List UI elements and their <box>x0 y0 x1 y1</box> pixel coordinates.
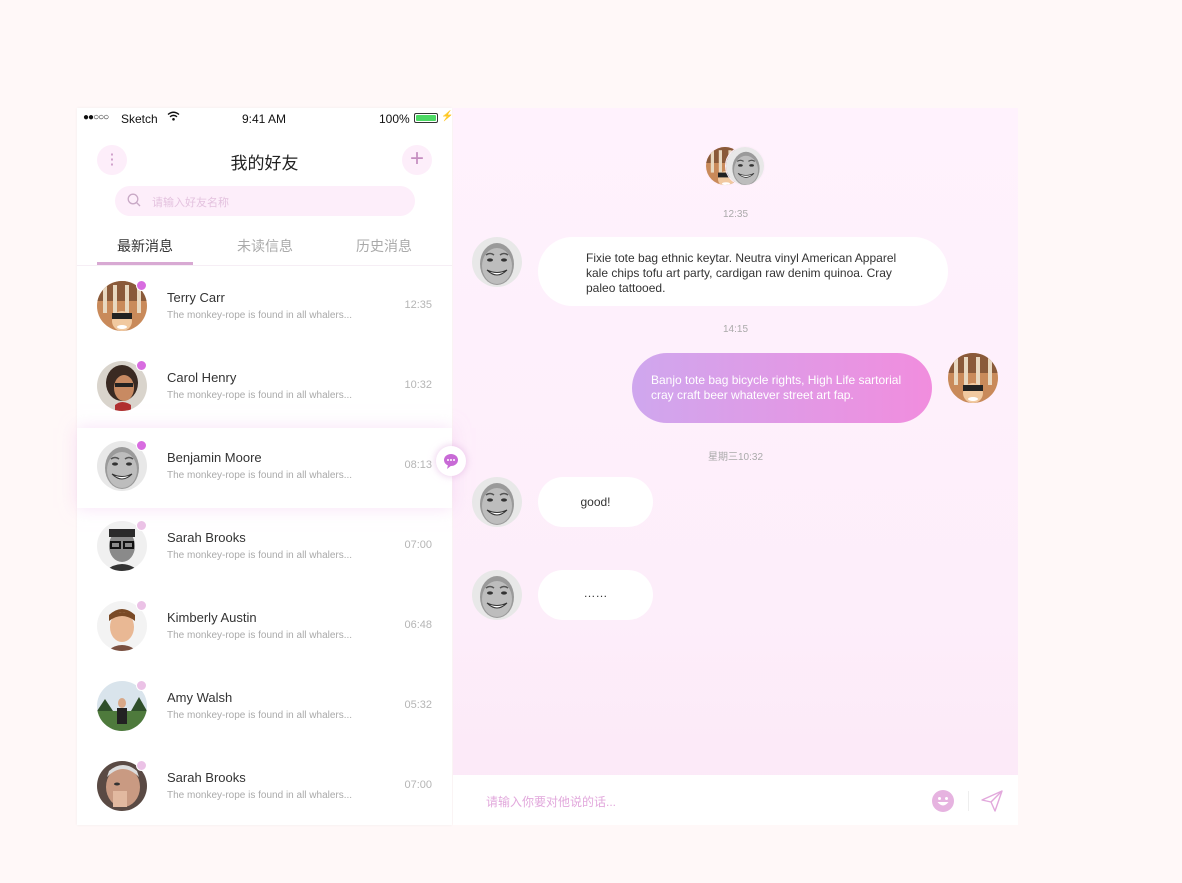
message-preview: The monkey-rope is found in all whalers.… <box>167 550 353 561</box>
unread-dot <box>136 280 147 291</box>
message-time: 10:32 <box>404 379 432 391</box>
message-time: 12:35 <box>404 299 432 311</box>
message-preview: The monkey-rope is found in all whalers.… <box>167 310 353 321</box>
contact-name: Benjamin Moore <box>167 450 262 465</box>
emoji-icon[interactable] <box>931 789 955 813</box>
chat-panel: 12:35 Fixie tote bag ethnic keytar. Neut… <box>453 108 1018 825</box>
avatar <box>472 570 522 620</box>
read-dot <box>136 760 147 771</box>
page-title: 我的好友 <box>230 154 299 173</box>
read-dot <box>136 680 147 691</box>
tab-history[interactable]: 历史消息 <box>324 236 444 256</box>
read-dot <box>136 520 147 531</box>
message-composer[interactable]: 请输入你要对他说的话... <box>453 775 1018 825</box>
conversation-participants <box>705 146 765 186</box>
battery-icon <box>414 113 438 123</box>
timestamp: 星期三10:32 <box>707 452 764 463</box>
message-time: 07:00 <box>404 539 432 551</box>
unread-dot <box>136 360 147 371</box>
avatar <box>472 237 522 287</box>
divider <box>968 791 969 811</box>
wifi-icon <box>167 111 180 124</box>
chat-bubble-icon[interactable] <box>436 446 466 476</box>
message-bubble-incoming: …… <box>538 570 653 620</box>
search-icon <box>127 193 141 207</box>
send-icon[interactable] <box>979 788 1005 814</box>
contact-row[interactable]: Terry Carr The monkey-rope is found in a… <box>77 268 452 348</box>
contact-row[interactable]: Carol Henry The monkey-rope is found in … <box>77 348 452 428</box>
contact-list-panel: ●●○○○ Sketch 9:41 AM 100% ⚡ ⋮ 我的好友 + 请输入… <box>77 108 454 828</box>
tab-latest[interactable]: 最新消息 <box>85 236 205 256</box>
timestamp: 12:35 <box>722 209 749 220</box>
charging-icon: ⚡ <box>441 111 454 122</box>
contact-name: Carol Henry <box>167 370 237 385</box>
message-time: 06:48 <box>404 619 432 631</box>
contact-row[interactable]: Sarah Brooks The monkey-rope is found in… <box>77 748 452 828</box>
message-bubble-outgoing: Banjo tote bag bicycle rights, High Life… <box>632 353 932 423</box>
avatar <box>725 146 765 186</box>
search-placeholder: 请输入好友名称 <box>152 197 229 209</box>
message-bubble-incoming: Fixie tote bag ethnic keytar. Neutra vin… <box>538 237 948 306</box>
contact-row[interactable]: Sarah Brooks The monkey-rope is found in… <box>77 508 452 588</box>
message-preview: The monkey-rope is found in all whalers.… <box>167 470 353 481</box>
message-tabs: 最新消息 未读信息 历史消息 <box>77 228 452 266</box>
signal-icon: ●●○○○ <box>83 112 109 123</box>
clock: 9:41 AM <box>242 112 287 126</box>
carrier-label: Sketch <box>121 112 158 126</box>
contact-name: Terry Carr <box>167 290 225 305</box>
nav-bar: ⋮ 我的好友 + <box>77 144 452 176</box>
timestamp: 14:15 <box>722 324 749 335</box>
message-preview: The monkey-rope is found in all whalers.… <box>167 630 353 641</box>
status-bar: ●●○○○ Sketch 9:41 AM 100% ⚡ <box>77 108 454 130</box>
active-tab-indicator <box>97 262 193 265</box>
search-input[interactable]: 请输入好友名称 <box>115 186 415 216</box>
tab-unread[interactable]: 未读信息 <box>205 236 325 256</box>
contact-name: Sarah Brooks <box>167 770 246 785</box>
battery-percent: 100% <box>379 112 410 126</box>
avatar <box>948 353 998 403</box>
contact-row[interactable]: Kimberly Austin The monkey-rope is found… <box>77 588 452 668</box>
message-bubble-incoming: good! <box>538 477 653 527</box>
message-preview: The monkey-rope is found in all whalers.… <box>167 390 353 401</box>
add-friend-button[interactable]: + <box>402 145 432 175</box>
contact-name: Sarah Brooks <box>167 530 246 545</box>
contact-name: Amy Walsh <box>167 690 233 705</box>
contact-row-selected[interactable]: Benjamin Moore The monkey-rope is found … <box>77 428 452 508</box>
contact-list: Terry Carr The monkey-rope is found in a… <box>77 268 452 828</box>
message-input[interactable]: 请输入你要对他说的话... <box>486 793 616 810</box>
read-dot <box>136 600 147 611</box>
contact-row[interactable]: Amy Walsh The monkey-rope is found in al… <box>77 668 452 748</box>
avatar <box>472 477 522 527</box>
message-preview: The monkey-rope is found in all whalers.… <box>167 790 353 801</box>
message-time: 05:32 <box>404 699 432 711</box>
message-time: 07:00 <box>404 779 432 791</box>
message-time: 08:13 <box>404 459 432 471</box>
message-preview: The monkey-rope is found in all whalers.… <box>167 710 353 721</box>
unread-dot <box>136 440 147 451</box>
contact-name: Kimberly Austin <box>167 610 257 625</box>
